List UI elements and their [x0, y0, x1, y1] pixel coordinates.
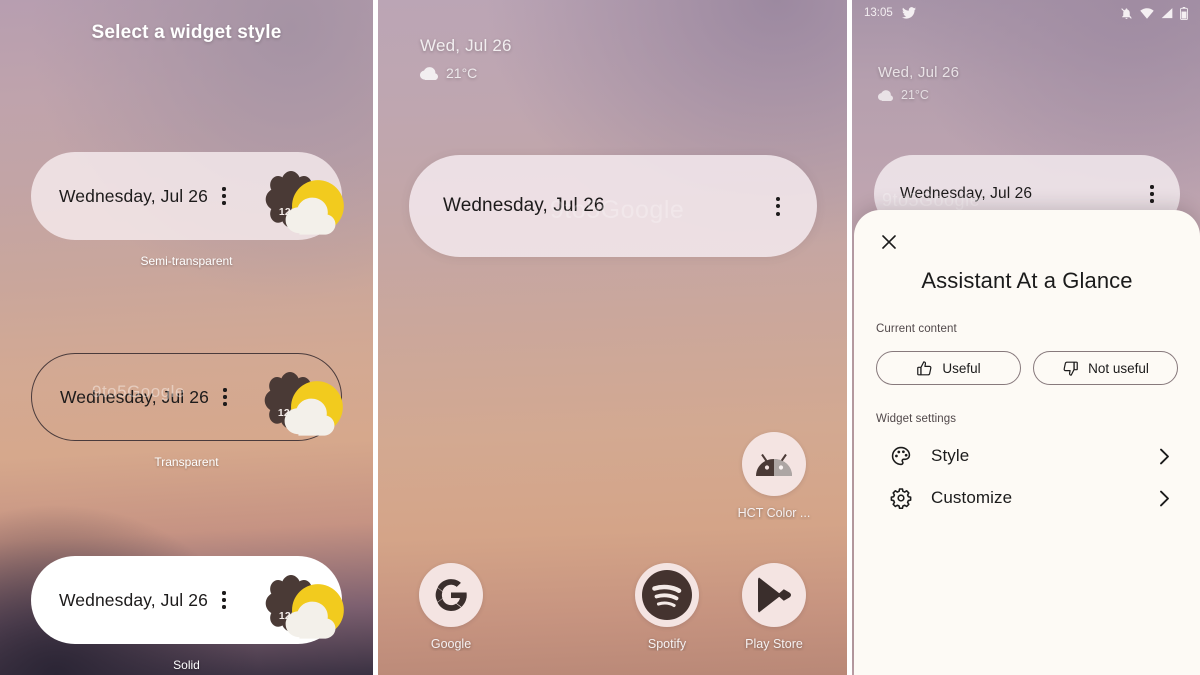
sheet-title: Assistant At a Glance	[921, 268, 1133, 293]
sun-cloud-icon	[285, 180, 344, 235]
overflow-menu-icon[interactable]	[222, 187, 226, 205]
not-useful-button[interactable]: Not useful	[1033, 351, 1178, 385]
status-bar-clock: 13:05	[864, 7, 893, 19]
style-option-caption: Semi-transparent	[140, 254, 233, 268]
palette-icon	[891, 446, 911, 466]
weather-badge[interactable]: 12°C	[254, 563, 344, 639]
app-label: Google	[430, 637, 472, 651]
feedback-chip-row: Useful Not useful	[876, 351, 1178, 385]
setting-label: Style	[931, 446, 970, 465]
panel-widget-style-picker: Select a widget style Wednesday, Jul 26 …	[0, 0, 373, 675]
overflow-menu-icon[interactable]	[776, 196, 780, 216]
widget-date-text: Wednesday, Jul 26	[900, 185, 1033, 202]
status-bar-right	[1120, 6, 1188, 20]
useful-button[interactable]: Useful	[876, 351, 1021, 385]
home-weather-summary[interactable]: Wed, Jul 26 21°C	[878, 64, 959, 102]
style-option-caption: Solid	[173, 658, 200, 672]
app-label: Spotify	[647, 637, 687, 651]
style-option-solid[interactable]: Wednesday, Jul 26 12°C Solid	[0, 556, 373, 672]
chip-label: Useful	[942, 360, 981, 376]
widget-date-text: Wednesday, Jul 26	[60, 386, 209, 407]
glance-widget-preview[interactable]: Wednesday, Jul 26 12°C	[31, 152, 344, 240]
thumb-down-icon	[1063, 361, 1078, 376]
weather-badge[interactable]: 12°C	[254, 159, 344, 235]
ringer-off-icon	[1121, 7, 1132, 19]
home-weather-summary[interactable]: Wed, Jul 26 21°C	[420, 36, 512, 81]
weather-temp-row: 21°C	[878, 88, 959, 102]
app-icon-hct-color[interactable]: HCT Color ...	[731, 432, 817, 520]
app-label: HCT Color ...	[737, 506, 811, 520]
style-option-semi-transparent[interactable]: Wednesday, Jul 26 12°C Semi-transparent	[0, 152, 373, 268]
weather-temp-row: 21°C	[420, 65, 512, 81]
widget-settings-label: Widget settings	[876, 413, 957, 425]
weather-badge[interactable]: 12°C	[253, 360, 343, 436]
glance-widget-preview[interactable]: Wednesday, Jul 26 12°C	[31, 353, 343, 441]
bottom-sheet: Assistant At a Glance Current content Us…	[854, 210, 1200, 675]
weather-date-text: Wed, Jul 26	[878, 64, 960, 81]
app-label: Play Store	[745, 637, 803, 651]
screenshot-root: Select a widget style Wednesday, Jul 26 …	[0, 0, 1200, 675]
weather-temp-text: 21°C	[446, 65, 478, 81]
setting-label: Customize	[931, 488, 1013, 507]
page-title: Select a widget style	[91, 22, 282, 43]
overflow-menu-icon[interactable]	[1150, 185, 1154, 203]
cloud-icon	[420, 66, 438, 80]
play-store-icon	[742, 563, 806, 627]
glance-widget-preview[interactable]: Wednesday, Jul 26 12°C	[31, 556, 344, 644]
setting-row-customize[interactable]: Customize	[876, 487, 1178, 509]
sun-cloud-icon	[284, 381, 343, 436]
style-option-caption: Transparent	[154, 455, 219, 469]
status-bar-left: 13:05	[864, 7, 916, 19]
android-robot-icon	[742, 432, 806, 496]
google-g-icon	[419, 563, 483, 627]
overflow-menu-icon[interactable]	[222, 591, 226, 609]
chevron-right-icon	[1160, 448, 1169, 464]
chip-label: Not useful	[1088, 360, 1149, 376]
thumb-up-icon	[917, 360, 932, 375]
widget-date-text: Wednesday, Jul 26	[59, 589, 208, 610]
chevron-right-icon	[1160, 490, 1169, 506]
weather-temp-text: 21°C	[901, 88, 929, 102]
panel-home-screen: Wed, Jul 26 21°C Wednesday, Jul 26 HCT C…	[378, 0, 847, 675]
style-option-transparent[interactable]: Wednesday, Jul 26 12°C Transparent	[0, 353, 373, 469]
app-icon-spotify[interactable]: Spotify	[624, 563, 710, 651]
overflow-menu-icon[interactable]	[223, 388, 227, 406]
widget-date-text: Wednesday, Jul 26	[443, 195, 605, 216]
panel-glance-settings-sheet: 13:05 Wed, Jul 26 21°C Wednesday, Jul 26…	[852, 0, 1200, 675]
battery-icon	[1180, 6, 1188, 20]
app-icon-play-store[interactable]: Play Store	[731, 563, 817, 651]
cloud-icon	[878, 89, 893, 101]
weather-date-text: Wed, Jul 26	[420, 36, 512, 55]
close-icon[interactable]	[878, 231, 900, 253]
sun-cloud-icon	[285, 584, 344, 639]
app-icon-google[interactable]: Google	[408, 563, 494, 651]
glance-widget[interactable]: Wednesday, Jul 26	[409, 155, 817, 257]
gear-icon	[890, 488, 912, 509]
twitter-bird-icon	[901, 7, 916, 19]
cellular-signal-icon	[1161, 7, 1173, 18]
current-content-label: Current content	[876, 323, 957, 335]
wifi-icon	[1140, 7, 1154, 19]
setting-row-style[interactable]: Style	[876, 445, 1178, 467]
spotify-icon	[635, 563, 699, 627]
status-bar: 13:05	[852, 0, 1200, 26]
widget-date-text: Wednesday, Jul 26	[59, 185, 208, 206]
